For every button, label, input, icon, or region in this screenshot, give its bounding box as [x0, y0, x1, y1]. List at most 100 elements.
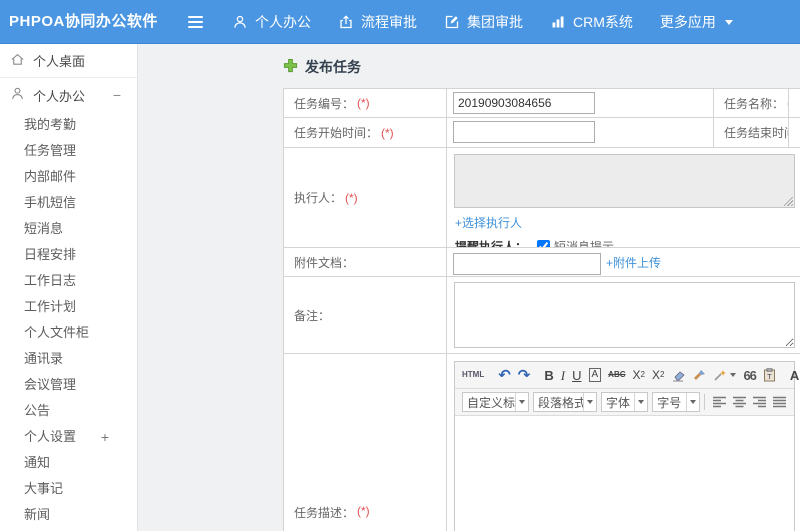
font-size-dropdown[interactable]: 字号: [652, 392, 701, 412]
remark-textarea[interactable]: [454, 282, 795, 348]
sidebar-item-news[interactable]: 新闻: [0, 502, 137, 528]
sidebar-item-internal-mail[interactable]: 内部邮件: [0, 164, 137, 190]
nav-item-label: 个人办公: [255, 14, 311, 30]
choose-executor-link[interactable]: +选择执行人: [455, 214, 522, 231]
menu-toggle-icon[interactable]: [186, 12, 205, 32]
expand-plus-icon[interactable]: +: [101, 424, 109, 450]
sidebar-item-work-log[interactable]: 工作日志: [0, 268, 137, 294]
task-name-label: 任务名称： (*): [714, 89, 789, 118]
font-style-button[interactable]: A: [588, 368, 602, 382]
undo-icon[interactable]: ↶: [498, 367, 511, 383]
top-navigation: 个人办公 流程审批 集团审批 CRM系统 更多应用: [186, 0, 733, 44]
start-time-label: 任务开始时间： (*): [284, 118, 447, 148]
custom-title-dropdown[interactable]: 自定义标题: [462, 392, 529, 412]
sidebar-item-label: 通知: [24, 455, 51, 470]
sidebar-item-personal-settings[interactable]: 个人设置 +: [0, 424, 137, 450]
brush-icon[interactable]: [692, 369, 706, 382]
sidebar-item-label: 通讯录: [24, 351, 64, 366]
sidebar: 个人桌面 个人办公 − 我的考勤 任务管理 内部邮件 手机短信 短消息 日程安排…: [0, 44, 138, 531]
nav-item-group-approval[interactable]: 集团审批: [444, 12, 523, 32]
alignment-buttons: [712, 396, 787, 408]
eraser-icon[interactable]: [671, 369, 686, 382]
caret-down-icon: [724, 19, 733, 25]
collapse-minus-icon[interactable]: −: [113, 78, 121, 112]
user-icon: [10, 86, 25, 104]
redo-icon[interactable]: ↷: [518, 367, 531, 383]
superscript-button[interactable]: X2: [633, 369, 645, 381]
nav-item-workflow-approval[interactable]: 流程审批: [338, 12, 417, 32]
sidebar-item-task-management[interactable]: 任务管理: [0, 138, 137, 164]
sidebar-item-work-plan[interactable]: 工作计划: [0, 294, 137, 320]
task-number-cell: [447, 89, 714, 118]
add-plus-icon: [283, 58, 298, 76]
sidebar-item-file-cabinet[interactable]: 个人文件柜: [0, 320, 137, 346]
sidebar-item-announcement[interactable]: 公告: [0, 398, 137, 424]
align-left-icon[interactable]: [712, 396, 727, 408]
nav-item-label: 更多应用: [659, 14, 716, 30]
sidebar-item-short-message[interactable]: 短消息: [0, 216, 137, 242]
align-center-icon[interactable]: [732, 396, 747, 408]
bar-chart-icon: [550, 14, 566, 30]
remark-label: 备注：: [284, 277, 447, 354]
attachment-upload-link[interactable]: +附件上传: [606, 254, 661, 271]
required-mark: (*): [381, 125, 394, 140]
share-up-icon: [338, 14, 354, 30]
executor-textarea[interactable]: [454, 154, 795, 208]
nav-item-more-apps[interactable]: 更多应用: [660, 12, 733, 32]
start-time-input[interactable]: [453, 121, 595, 143]
font-family-dropdown[interactable]: 字体: [601, 392, 649, 412]
nav-item-personal-office[interactable]: 个人办公: [232, 12, 311, 32]
italic-button[interactable]: I: [561, 369, 565, 382]
sidebar-item-contacts[interactable]: 通讯录: [0, 346, 137, 372]
font-color-button[interactable]: A: [790, 369, 800, 382]
strikethrough-button[interactable]: ABC: [608, 371, 625, 379]
sidebar-item-label: 工作日志: [24, 273, 77, 288]
sidebar-item-label: 个人办公: [33, 88, 86, 104]
end-time-cell: [789, 118, 800, 148]
topbar: PHPOA协同办公软件 个人办公 流程审批 集团审批 CRM系统 更多应用: [0, 0, 800, 44]
svg-text:T: T: [766, 373, 772, 381]
sms-remind-checkbox[interactable]: [537, 240, 551, 247]
editor-toolbar-row1: HTML ↶ ↷ B I U A ABC X2 X2 66 T A: [455, 362, 799, 389]
sms-remind-label: 短消息提示: [554, 240, 615, 248]
edit-square-icon: [444, 14, 460, 30]
paragraph-format-dropdown[interactable]: 段落格式: [533, 392, 597, 412]
attachment-cell: +附件上传: [447, 248, 800, 277]
sidebar-item-events[interactable]: 大事记: [0, 476, 137, 502]
editor-content-area[interactable]: [455, 416, 794, 531]
task-number-input[interactable]: [453, 92, 595, 114]
blockquote-button[interactable]: 66: [743, 369, 757, 382]
sidebar-item-schedule[interactable]: 日程安排: [0, 242, 137, 268]
attachment-label: 附件文档：: [284, 248, 447, 277]
remind-executor-label: 提醒执行人：: [455, 240, 528, 248]
required-mark: (*): [345, 190, 358, 205]
underline-button[interactable]: U: [572, 369, 581, 382]
nav-item-crm-system[interactable]: CRM系统: [550, 12, 633, 32]
sidebar-item-personal-office[interactable]: 个人办公 −: [0, 78, 137, 112]
sidebar-item-mobile-sms[interactable]: 手机短信: [0, 190, 137, 216]
sidebar-item-label: 大事记: [24, 481, 64, 496]
paste-icon[interactable]: T: [763, 368, 776, 382]
caret-down-icon: [730, 373, 737, 377]
attachment-input[interactable]: [453, 252, 601, 275]
sidebar-item-notice[interactable]: 通知: [0, 450, 137, 476]
resize-handle[interactable]: [784, 197, 793, 206]
html-source-button[interactable]: HTML: [462, 371, 484, 379]
align-justify-icon[interactable]: [772, 396, 787, 408]
sidebar-item-label: 新闻: [24, 507, 51, 522]
caret-down-icon: [686, 393, 699, 411]
sidebar-item-label: 工作计划: [24, 299, 77, 314]
magic-wand-icon[interactable]: [713, 369, 737, 382]
sidebar-item-attendance[interactable]: 我的考勤: [0, 112, 137, 138]
bold-button[interactable]: B: [544, 369, 553, 382]
sidebar-item-label: 内部邮件: [24, 169, 77, 184]
sidebar-item-label: 公告: [24, 403, 51, 418]
sidebar-item-desktop[interactable]: 个人桌面: [0, 44, 137, 78]
user-icon: [232, 14, 248, 30]
sidebar-item-meeting-management[interactable]: 会议管理: [0, 372, 137, 398]
caret-down-icon: [515, 393, 528, 411]
executor-label: 执行人： (*): [284, 148, 447, 248]
page-title: 发布任务: [283, 57, 361, 77]
align-right-icon[interactable]: [752, 396, 767, 408]
subscript-button[interactable]: X2: [652, 369, 664, 381]
